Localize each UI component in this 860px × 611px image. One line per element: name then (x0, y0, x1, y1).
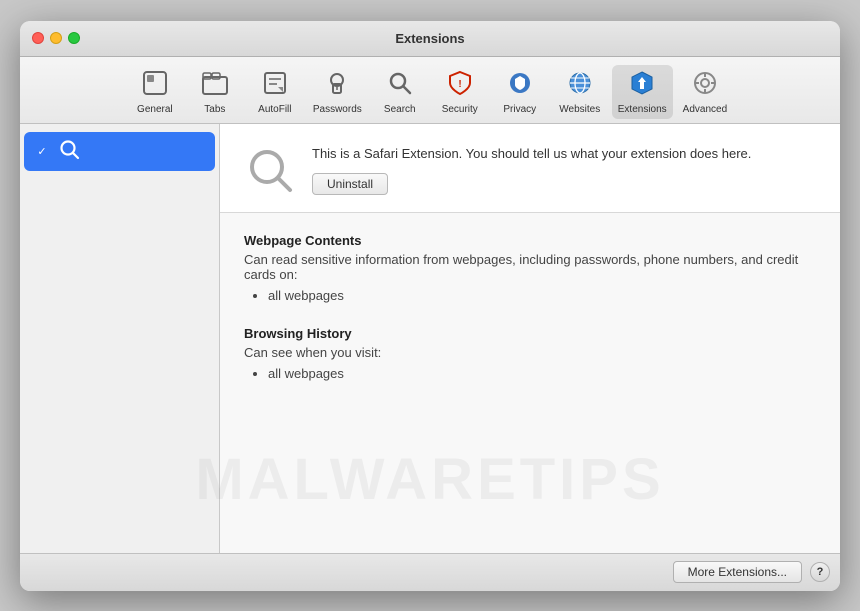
extension-sidebar-icon (58, 138, 80, 165)
autofill-label: AutoFill (258, 104, 291, 115)
toolbar-item-autofill[interactable]: AutoFill (247, 65, 303, 119)
toolbar-item-advanced[interactable]: Advanced (677, 65, 733, 119)
passwords-label: Passwords (313, 104, 362, 115)
sidebar-item-search-ext[interactable]: ✓ (24, 132, 215, 171)
extension-description-text: This is a Safari Extension. You should t… (312, 144, 816, 164)
close-button[interactable] (32, 32, 44, 44)
extensions-icon (628, 69, 656, 102)
permissions-area: Webpage Contents Can read sensitive info… (220, 213, 840, 553)
minimize-button[interactable] (50, 32, 62, 44)
help-button[interactable]: ? (810, 562, 830, 582)
sidebar: ✓ (20, 124, 220, 553)
list-item: all webpages (268, 364, 816, 385)
extension-header: This is a Safari Extension. You should t… (220, 124, 840, 213)
extensions-label: Extensions (618, 104, 667, 115)
permission-title-webpage: Webpage Contents (244, 233, 816, 248)
maximize-button[interactable] (68, 32, 80, 44)
toolbar-item-extensions[interactable]: Extensions (612, 65, 673, 119)
advanced-label: Advanced (683, 104, 727, 115)
svg-text:!: ! (458, 79, 461, 90)
extension-icon (244, 144, 296, 196)
toolbar-item-privacy[interactable]: Privacy (492, 65, 548, 119)
advanced-icon (691, 69, 719, 102)
websites-icon (566, 69, 594, 102)
permission-section-history: Browsing History Can see when you visit:… (244, 326, 816, 385)
permission-list-history: all webpages (244, 364, 816, 385)
toolbar: General Tabs AutoFill (20, 57, 840, 124)
websites-label: Websites (559, 104, 600, 115)
permission-desc-webpage: Can read sensitive information from webp… (244, 252, 816, 282)
autofill-icon (261, 69, 289, 102)
more-extensions-button[interactable]: More Extensions... (673, 561, 802, 583)
passwords-icon (323, 69, 351, 102)
main-content: MALWARETIPS ✓ (20, 124, 840, 553)
window-controls (32, 32, 80, 44)
toolbar-item-passwords[interactable]: Passwords (307, 65, 368, 119)
permission-title-history: Browsing History (244, 326, 816, 341)
toolbar-item-search[interactable]: Search (372, 65, 428, 119)
extension-description: This is a Safari Extension. You should t… (312, 144, 816, 196)
search-icon (386, 69, 414, 102)
titlebar: Extensions (20, 21, 840, 57)
main-window: Extensions General Tabs (20, 21, 840, 591)
permission-section-webpage: Webpage Contents Can read sensitive info… (244, 233, 816, 307)
permission-desc-history: Can see when you visit: (244, 345, 816, 360)
window-title: Extensions (395, 31, 464, 46)
tabs-icon (201, 69, 229, 102)
security-icon: ! (446, 69, 474, 102)
privacy-label: Privacy (503, 104, 536, 115)
toolbar-item-websites[interactable]: Websites (552, 65, 608, 119)
extension-checkbox[interactable]: ✓ (34, 143, 50, 159)
toolbar-item-security[interactable]: ! Security (432, 65, 488, 119)
list-item: all webpages (268, 286, 816, 307)
privacy-icon (506, 69, 534, 102)
uninstall-button[interactable]: Uninstall (312, 173, 388, 195)
general-icon (141, 69, 169, 102)
search-label: Search (384, 104, 416, 115)
toolbar-item-tabs[interactable]: Tabs (187, 65, 243, 119)
security-label: Security (442, 104, 478, 115)
permission-list-webpage: all webpages (244, 286, 816, 307)
toolbar-item-general[interactable]: General (127, 65, 183, 119)
tabs-label: Tabs (204, 104, 225, 115)
general-label: General (137, 104, 173, 115)
detail-panel: This is a Safari Extension. You should t… (220, 124, 840, 553)
bottom-bar: More Extensions... ? (20, 553, 840, 591)
